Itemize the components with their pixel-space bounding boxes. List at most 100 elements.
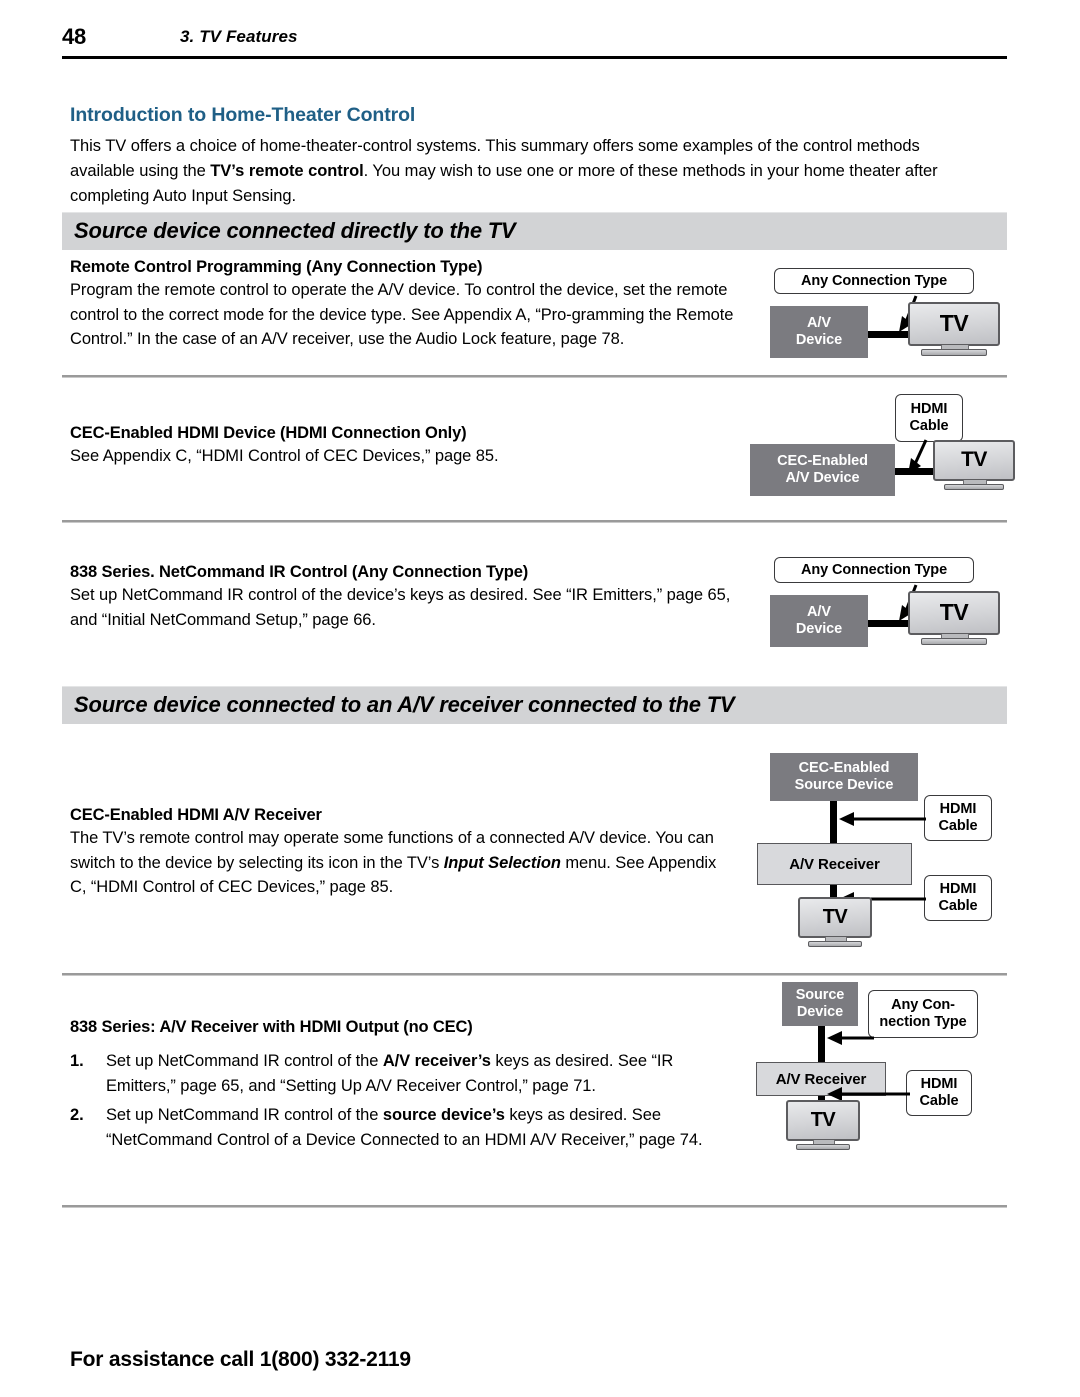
device-label-line2: Device <box>795 621 843 637</box>
callout-label-line2: nection Type <box>879 1014 967 1030</box>
block-cec-enabled-hdmi-receiver: CEC-Enabled HDMI A/V Receiver The TV’s r… <box>70 806 735 900</box>
block-body: Set up NetCommand IR control of the devi… <box>70 586 731 629</box>
callout-any-connection-type: Any Connection Type <box>774 557 974 583</box>
divider <box>62 375 1007 378</box>
steps-list: 1. Set up NetCommand IR control of the A/… <box>70 1049 735 1152</box>
block-heading: CEC-Enabled HDMI A/V Receiver <box>70 806 322 824</box>
step-number: 2. <box>70 1106 84 1124</box>
device-av-receiver: A/V Receiver <box>757 843 912 885</box>
list-item: 2. Set up NetCommand IR control of the so… <box>70 1103 735 1152</box>
device-label-line2: Device <box>796 1004 844 1020</box>
tv-base <box>796 1143 850 1151</box>
callout-label-line2: Cable <box>938 818 978 834</box>
callout-label-line1: HDMI <box>910 401 948 417</box>
callout-any-connection-type: Any Connection Type <box>774 268 974 294</box>
section-banner-direct: Source device connected directly to the … <box>62 212 1007 250</box>
block-838-netcommand-ir: 838 Series. NetCommand IR Control (Any C… <box>70 563 735 632</box>
tv-label: TV <box>908 591 1000 635</box>
tv-label: TV <box>933 440 1015 481</box>
device-label-line1: CEC-Enabled <box>777 453 868 469</box>
device-av-device: A/V Device <box>770 306 868 358</box>
chapter-title: 3. TV Features <box>180 27 298 46</box>
callout-label-line2: Cable <box>938 898 978 914</box>
tv-base <box>808 940 862 948</box>
tv-label: TV <box>798 897 872 938</box>
callout-hdmi-cable: HDMI Cable <box>895 394 963 442</box>
tv-icon: TV <box>908 591 1000 647</box>
section-banner-label: Source device connected directly to the … <box>74 218 516 243</box>
block-body: The TV’s remote control may operate some… <box>70 826 735 900</box>
cable-connector-top <box>818 1024 825 1062</box>
device-label-line1: A/V <box>807 604 831 620</box>
step-text-bold: source device’s <box>382 1106 505 1124</box>
device-label-line1: CEC-Enabled <box>798 760 890 776</box>
tv-label: TV <box>786 1100 860 1141</box>
device-cec-enabled-av-device: CEC-Enabled A/V Device <box>750 444 895 496</box>
tv-icon: TV <box>786 1100 860 1152</box>
divider <box>62 520 1007 523</box>
callout-label-line1: HDMI <box>939 801 977 817</box>
arrow-icon-top <box>827 1031 874 1045</box>
tv-icon: TV <box>933 440 1015 492</box>
section-banner-label: Source device connected to an A/V receiv… <box>74 692 735 717</box>
page-title: Introduction to Home-Theater Control <box>70 104 416 126</box>
arrow-icon-top <box>839 812 926 826</box>
block-heading: CEC-Enabled HDMI Device (HDMI Connection… <box>70 424 467 442</box>
diagram-netcommand-ir: Any Connection Type A/V Device TV <box>762 557 1007 657</box>
device-source-device: Source Device <box>782 982 858 1026</box>
device-label-line2: Source Device <box>794 777 894 793</box>
step-text-part1: Set up NetCommand IR control of the <box>106 1052 383 1070</box>
footer-assistance: For assistance call 1(800) 332-2119 <box>70 1348 411 1371</box>
tv-icon: TV <box>798 897 872 949</box>
tv-base <box>920 349 988 357</box>
diagram-cec-hdmi-device: HDMI Cable CEC-Enabled A/V Device TV <box>745 394 1015 504</box>
diagram-remote-control: Any Connection Type A/V Device TV <box>762 268 1007 368</box>
callout-label: Any Connection Type <box>800 561 948 578</box>
device-label-line2: A/V Device <box>785 470 860 486</box>
callout-hdmi-cable-bottom: HDMI Cable <box>924 875 992 921</box>
block-heading: 838 Series. NetCommand IR Control (Any C… <box>70 563 529 581</box>
device-label-line1: A/V <box>807 315 831 331</box>
block-body: Program the remote control to operate th… <box>70 281 734 348</box>
arrow-icon <box>908 439 928 474</box>
callout-label-line1: Any Con- <box>891 997 955 1013</box>
block-838-receiver-no-cec: 838 Series: A/V Receiver with HDMI Outpu… <box>70 1018 735 1157</box>
tv-base <box>920 638 988 646</box>
divider <box>62 1205 1007 1208</box>
cable-connector-top <box>830 801 837 847</box>
tv-icon: TV <box>908 302 1000 358</box>
device-label-line2: Device <box>795 332 843 348</box>
divider <box>62 973 1007 976</box>
step-text-part1: Set up NetCommand IR control of the <box>106 1106 383 1124</box>
block-body: See Appendix C, “HDMI Control of CEC Dev… <box>70 447 499 465</box>
callout-any-connection-type: Any Con- nection Type <box>868 990 978 1038</box>
running-head: 48 3. TV Features <box>62 24 1007 59</box>
block-heading: 838 Series: A/V Receiver with HDMI Outpu… <box>70 1018 473 1036</box>
callout-label-line2: Cable <box>909 418 949 434</box>
intro-text-bold: TV’s remote control <box>210 162 364 180</box>
callout-label-line2: Cable <box>919 1093 959 1109</box>
device-av-device: A/V Device <box>770 595 868 647</box>
header-rule <box>62 56 1007 59</box>
tv-label: TV <box>908 302 1000 346</box>
device-label: A/V Receiver <box>789 855 880 873</box>
diagram-cec-receiver: CEC-Enabled Source Device HDMI Cable A/V… <box>752 753 1007 958</box>
block-cec-enabled-hdmi-device: CEC-Enabled HDMI Device (HDMI Connection… <box>70 424 735 469</box>
document-page: 48 3. TV Features Introduction to Home-T… <box>0 0 1080 1397</box>
device-cec-enabled-source-device: CEC-Enabled Source Device <box>770 753 918 801</box>
callout-label-line1: HDMI <box>939 881 977 897</box>
block-body-italic: Input Selection <box>443 853 561 872</box>
diagram-receiver-no-cec: Source Device Any Con- nection Type A/V … <box>756 982 1011 1157</box>
callout-hdmi-cable: HDMI Cable <box>906 1070 972 1116</box>
step-text-bold: A/V receiver’s <box>382 1052 491 1070</box>
intro-paragraph: This TV offers a choice of home-theater-… <box>70 134 960 209</box>
callout-label: Any Connection Type <box>800 272 948 289</box>
page-number: 48 <box>62 24 87 49</box>
callout-hdmi-cable-top: HDMI Cable <box>924 795 992 841</box>
device-label: A/V Receiver <box>775 1070 867 1088</box>
list-item: 1. Set up NetCommand IR control of the A/… <box>70 1049 735 1098</box>
block-remote-control-programming: Remote Control Programming (Any Connecti… <box>70 258 735 352</box>
device-label-line1: Source <box>795 987 845 1003</box>
callout-label-line1: HDMI <box>920 1076 958 1092</box>
section-banner-receiver: Source device connected to an A/V receiv… <box>62 686 1007 724</box>
